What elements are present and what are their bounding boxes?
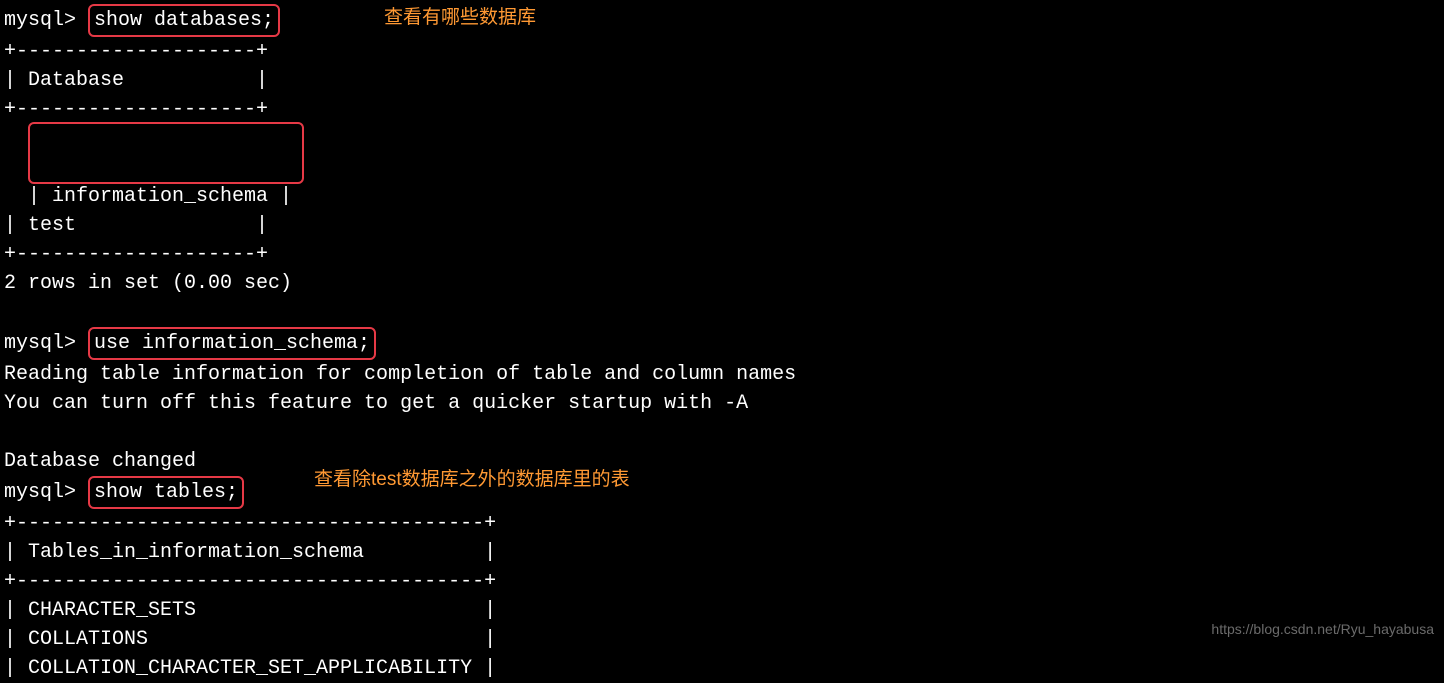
- mysql-prompt: mysql>: [4, 9, 88, 32]
- separator-bottom-1: +--------------------+: [4, 240, 1440, 269]
- table-header-3: | Tables_in_information_schema |: [4, 538, 1440, 567]
- mysql-prompt: mysql>: [4, 332, 88, 355]
- separator-top-1: +--------------------+: [4, 37, 1440, 66]
- mysql-prompt: mysql>: [4, 481, 88, 504]
- message-2a: Reading table information for completion…: [4, 360, 1440, 389]
- separator-mid-1: +--------------------+: [4, 95, 1440, 124]
- blank-2: [4, 418, 1440, 447]
- result-count-1: 2 rows in set (0.00 sec): [4, 269, 1440, 298]
- table-header-1: | Database |: [4, 66, 1440, 95]
- db-row-1: | information_schema |: [28, 185, 292, 208]
- highlighted-command-2: use information_schema;: [88, 327, 376, 360]
- cmd-line-2: mysql> use information_schema;: [4, 327, 1440, 360]
- message-2c: Database changed: [4, 447, 1440, 476]
- blank-1: [4, 298, 1440, 327]
- db-row-2: | test |: [4, 211, 1440, 240]
- message-2b: You can turn off this feature to get a q…: [4, 389, 1440, 418]
- table-row-3c: | COLLATION_CHARACTER_SET_APPLICABILITY …: [4, 654, 1440, 683]
- annotation-1: 查看有哪些数据库: [384, 4, 536, 32]
- highlighted-db-rows: information_schematest: [28, 122, 304, 184]
- watermark-text: https://blog.csdn.net/Ryu_hayabusa: [1211, 619, 1434, 639]
- db-rows-wrapper: information_schematest | information_sch…: [4, 124, 1440, 211]
- annotation-3: 查看除test数据库之外的数据库里的表: [314, 466, 630, 494]
- cmd-line-3: mysql> show tables;查看除test数据库之外的数据库里的表: [4, 476, 1440, 509]
- highlighted-command-1: show databases;: [88, 4, 280, 37]
- highlighted-command-3: show tables;: [88, 476, 244, 509]
- separator-mid-3: +---------------------------------------…: [4, 567, 1440, 596]
- separator-top-3: +---------------------------------------…: [4, 509, 1440, 538]
- cmd-line-1: mysql> show databases; 查看有哪些数据库: [4, 4, 1440, 37]
